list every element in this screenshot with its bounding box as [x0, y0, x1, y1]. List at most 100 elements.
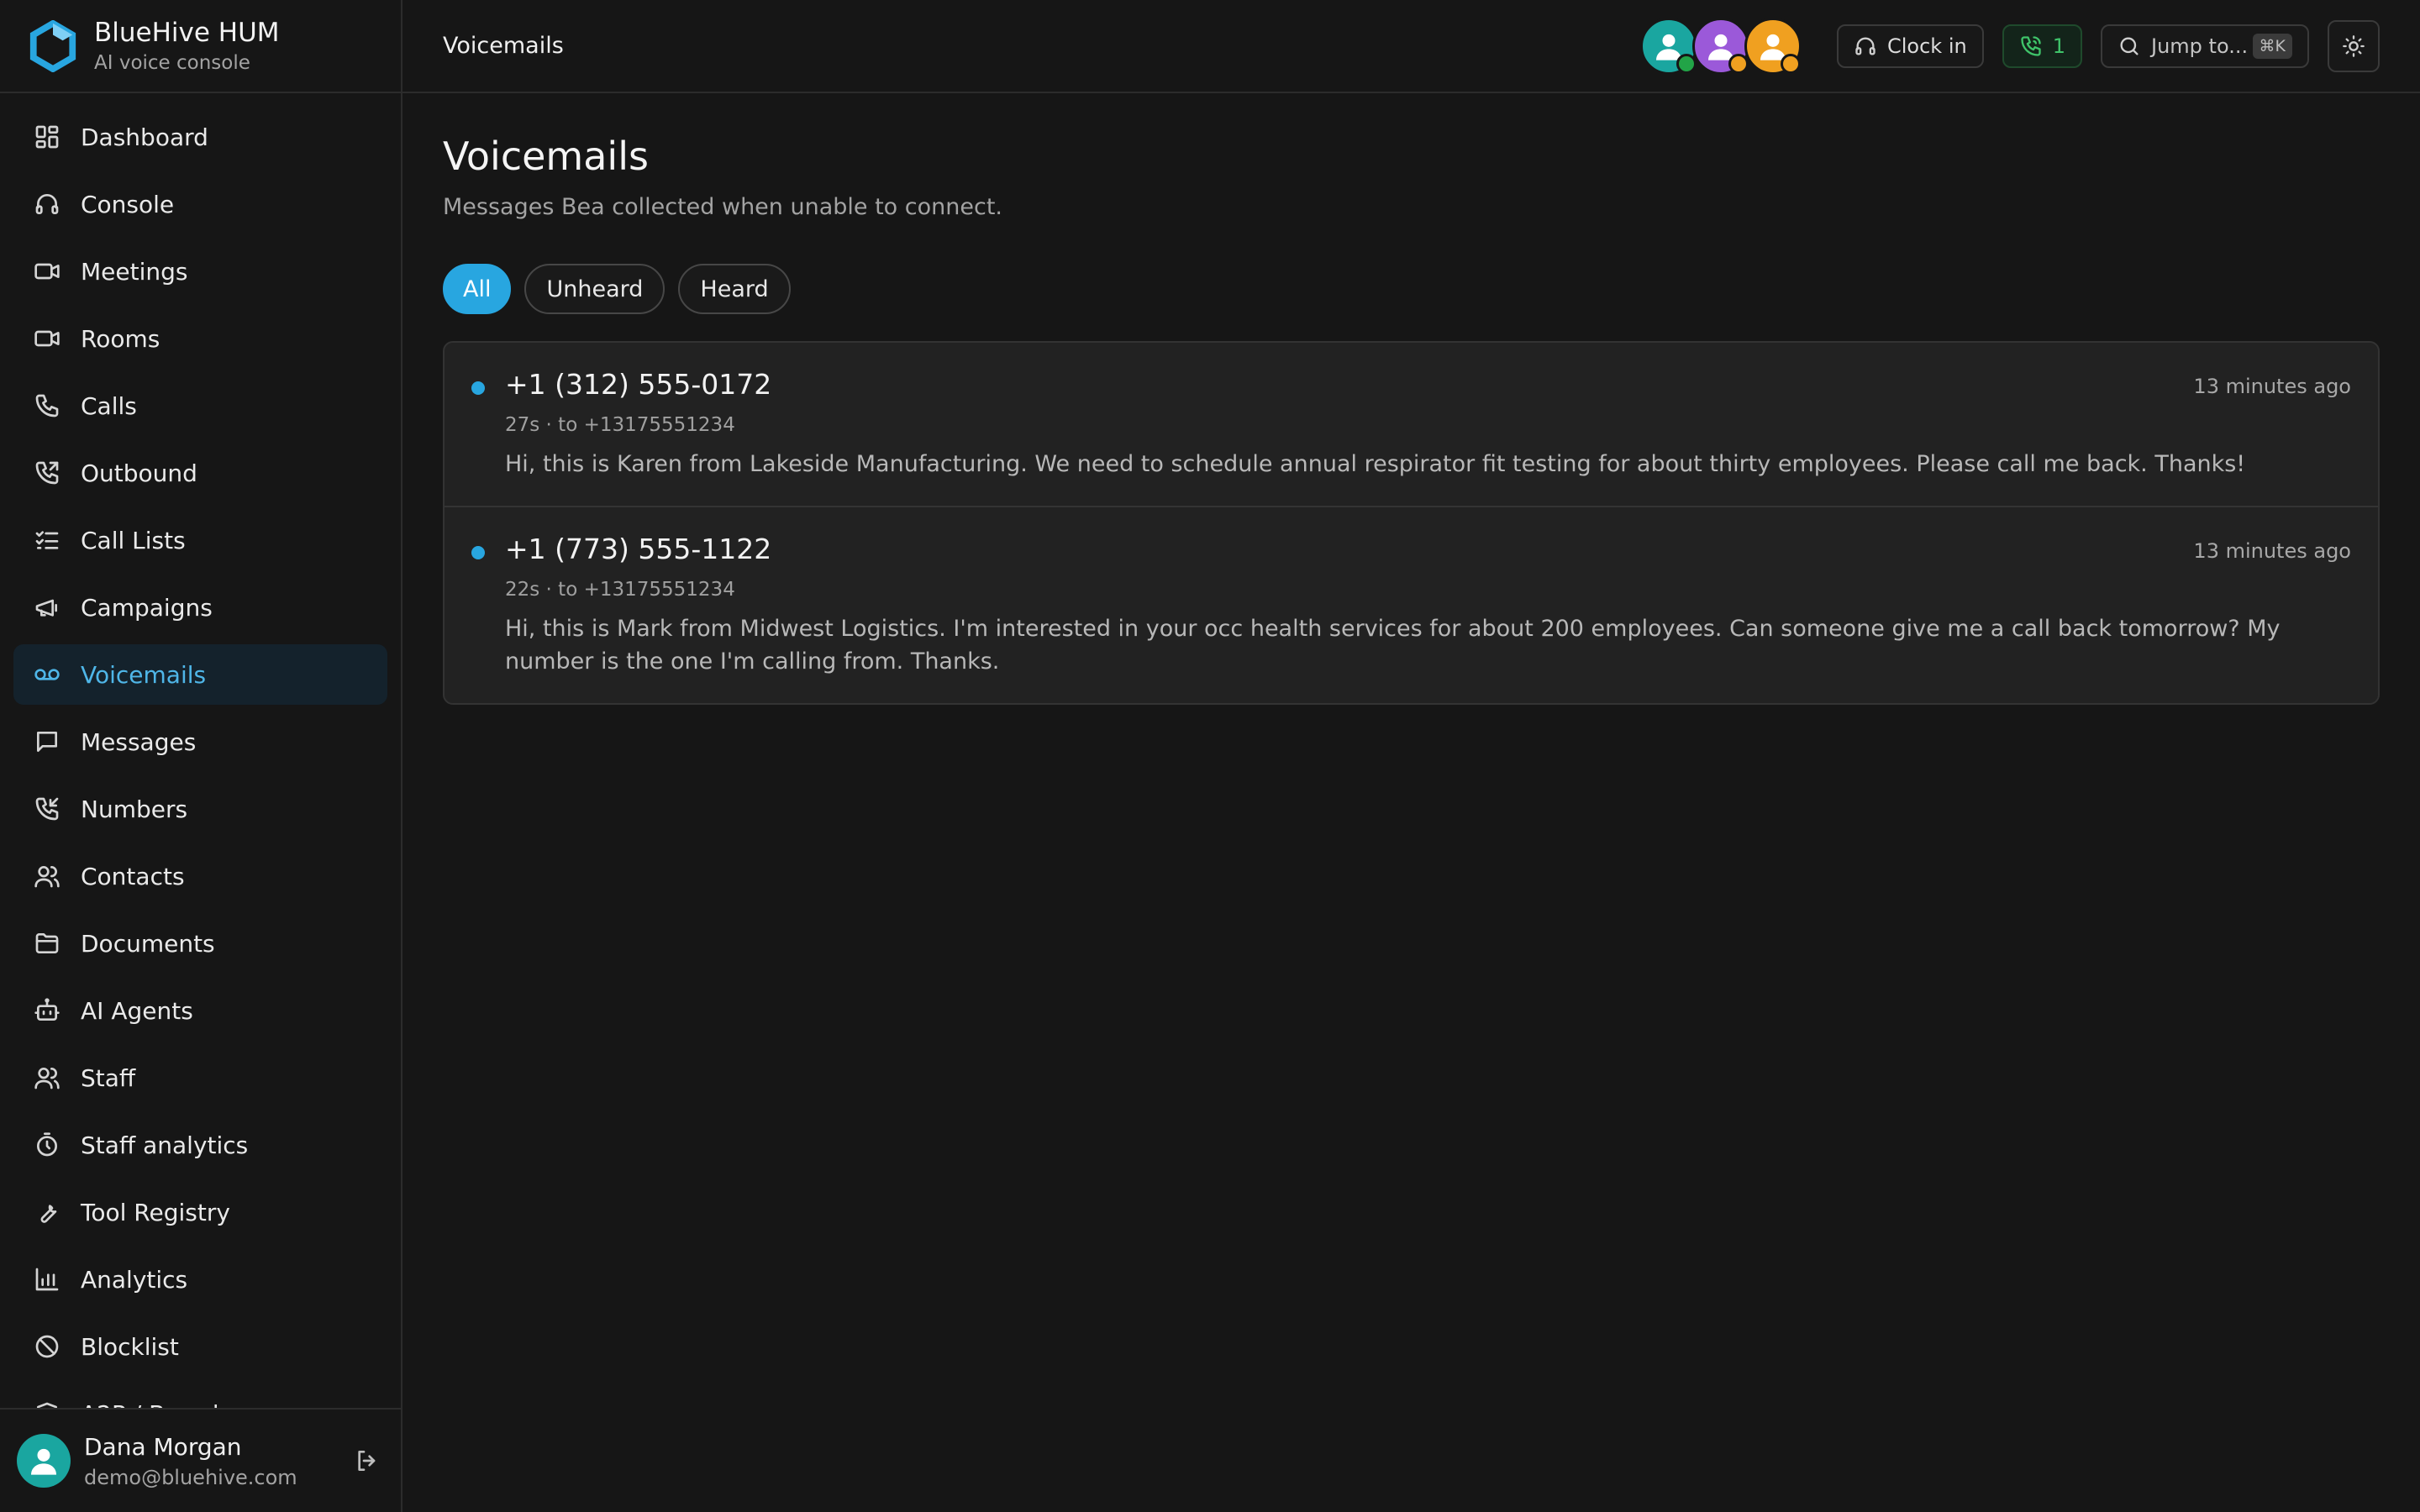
- sidebar-item-messages[interactable]: Messages: [13, 711, 387, 772]
- sidebar-item-label: Documents: [81, 929, 215, 958]
- phone-incoming-icon: [35, 797, 59, 821]
- phone-outgoing-icon: [35, 461, 59, 485]
- theme-toggle-button[interactable]: [2328, 19, 2380, 72]
- sidebar-item-ai-agents[interactable]: AI Agents: [13, 980, 387, 1041]
- logout-button[interactable]: [350, 1444, 384, 1478]
- voicemail-transcript: Hi, this is Karen from Lakeside Manufact…: [505, 451, 2246, 477]
- caller-number: +1 (312) 555-0172: [505, 368, 772, 401]
- sidebar-item-label: Staff analytics: [81, 1131, 249, 1159]
- sidebar-item-label: Rooms: [81, 324, 160, 353]
- shield-icon: [37, 1402, 57, 1408]
- voicemail-transcript: Hi, this is Mark from Midwest Logistics.…: [505, 616, 2281, 675]
- sidebar-item-analytics[interactable]: Analytics: [13, 1249, 387, 1310]
- presence-avatar[interactable]: [1692, 17, 1749, 75]
- timer-icon: [37, 1132, 57, 1157]
- search-placeholder: Jump to...: [2151, 34, 2249, 58]
- sidebar-item-console[interactable]: Console: [13, 174, 387, 234]
- user-name: Dana Morgan: [84, 1432, 242, 1461]
- sidebar-item-documents[interactable]: Documents: [13, 913, 387, 974]
- headphones-icon: [1855, 37, 1876, 55]
- filter-all[interactable]: All: [443, 264, 512, 314]
- sidebar-item-tool-registry[interactable]: Tool Registry: [13, 1182, 387, 1242]
- sidebar-item-a2p-brand[interactable]: A2P / Brand: [13, 1383, 387, 1408]
- sidebar-item-label: AI Agents: [81, 996, 193, 1025]
- voicemail-meta: 22s · to +13175551234: [505, 579, 735, 601]
- sidebar-item-outbound[interactable]: Outbound: [13, 443, 387, 503]
- clock-in-label: Clock in: [1887, 34, 1967, 58]
- user-icon: [31, 1448, 56, 1475]
- active-calls-count: 1: [2052, 34, 2065, 58]
- app-root: BlueHive HUM AI voice console Dashboard C…: [0, 0, 2420, 1512]
- sidebar-item-label: Contacts: [81, 862, 185, 890]
- sidebar-item-label: Messages: [81, 727, 197, 756]
- unread-indicator: [471, 381, 485, 395]
- voicemail-time: 13 minutes ago: [2193, 539, 2351, 564]
- sidebar-item-staff-analytics[interactable]: Staff analytics: [13, 1115, 387, 1175]
- search-shortcut: ⌘K: [2252, 33, 2292, 59]
- filter-chips: All Unheard Heard: [443, 264, 2380, 314]
- sidebar-item-label: Blocklist: [81, 1332, 179, 1361]
- main-area: Voicemails Clock in 1 Jump to... ⌘K Voic…: [402, 0, 2420, 1512]
- ban-icon: [35, 1335, 59, 1358]
- sidebar-item-label: Calls: [81, 391, 137, 420]
- sidebar-item-call-lists[interactable]: Call Lists: [13, 510, 387, 570]
- sidebar-item-numbers[interactable]: Numbers: [13, 779, 387, 839]
- sidebar-item-label: Meetings: [81, 257, 188, 286]
- brand[interactable]: BlueHive HUM AI voice console: [0, 0, 401, 93]
- bluehive-logo-icon: [29, 19, 76, 72]
- presence-avatar[interactable]: [1744, 17, 1802, 75]
- sidebar-item-label: Analytics: [81, 1265, 188, 1294]
- sidebar-item-label: Tool Registry: [81, 1198, 230, 1226]
- jump-to-search[interactable]: Jump to... ⌘K: [2101, 24, 2309, 68]
- sidebar-item-campaigns[interactable]: Campaigns: [13, 577, 387, 638]
- user-bar: Dana Morgan demo@bluehive.com: [0, 1408, 401, 1512]
- unread-indicator: [471, 546, 485, 560]
- sidebar-item-contacts[interactable]: Contacts: [13, 846, 387, 906]
- voicemail-time: 13 minutes ago: [2193, 375, 2351, 398]
- headphones-icon: [35, 194, 59, 214]
- sidebar-item-label: A2P / Brand: [81, 1400, 219, 1409]
- filter-unheard[interactable]: Unheard: [524, 264, 666, 314]
- video-icon: [34, 263, 60, 280]
- phone-call-icon: [2021, 35, 2041, 56]
- sidebar-item-label: Campaigns: [81, 593, 213, 622]
- video-icon: [34, 330, 60, 347]
- logout-icon: [358, 1451, 376, 1471]
- page-breadcrumb: Voicemails: [443, 33, 564, 59]
- search-icon: [2120, 37, 2139, 55]
- clock-in-button[interactable]: Clock in: [1837, 24, 1984, 68]
- sidebar-item-blocklist[interactable]: Blocklist: [13, 1316, 387, 1377]
- megaphone-icon: [35, 599, 57, 617]
- phone-icon: [35, 394, 59, 417]
- page-title: Voicemails: [443, 134, 649, 179]
- wrench-icon: [40, 1205, 57, 1223]
- voicemail-item[interactable]: +1 (773) 555-1122 13 minutes ago 22s · to …: [445, 506, 2378, 703]
- sidebar-item-staff[interactable]: Staff: [13, 1047, 387, 1108]
- sidebar-item-meetings[interactable]: Meetings: [13, 241, 387, 302]
- message-icon: [37, 732, 57, 752]
- sidebar-item-label: Dashboard: [81, 123, 208, 151]
- filter-heard[interactable]: Heard: [678, 264, 791, 314]
- voicemails-page: Voicemails Messages Bea collected when u…: [402, 93, 2420, 745]
- sidebar-item-label: Staff: [81, 1063, 136, 1092]
- sidebar-item-voicemails[interactable]: Voicemails: [13, 644, 387, 705]
- sidebar-item-rooms[interactable]: Rooms: [13, 308, 387, 369]
- active-calls-button[interactable]: 1: [2002, 24, 2082, 68]
- presence-avatar[interactable]: [1640, 17, 1697, 75]
- avatar[interactable]: [17, 1434, 71, 1488]
- sidebar-item-dashboard[interactable]: Dashboard: [13, 107, 387, 167]
- voicemail-icon: [34, 669, 60, 680]
- sidebar-item-label: Call Lists: [81, 526, 186, 554]
- sidebar-item-calls[interactable]: Calls: [13, 375, 387, 436]
- list-checks-icon: [35, 531, 59, 549]
- voicemail-item[interactable]: +1 (312) 555-0172 13 minutes ago 27s · to …: [445, 343, 2378, 506]
- sun-icon: [2343, 34, 2365, 57]
- bot-icon: [34, 998, 60, 1021]
- page-subtitle: Messages Bea collected when unable to co…: [443, 194, 1002, 220]
- brand-name: BlueHive HUM: [94, 17, 280, 48]
- caller-number: +1 (773) 555-1122: [505, 533, 772, 566]
- sidebar-item-label: Outbound: [81, 459, 197, 487]
- voicemail-list: +1 (312) 555-0172 13 minutes ago 27s · to …: [443, 341, 2380, 706]
- sidebar-nav: Dashboard Console Meetings Rooms Calls Outbou…: [0, 93, 401, 1408]
- presence-status-dot: [1781, 53, 1801, 74]
